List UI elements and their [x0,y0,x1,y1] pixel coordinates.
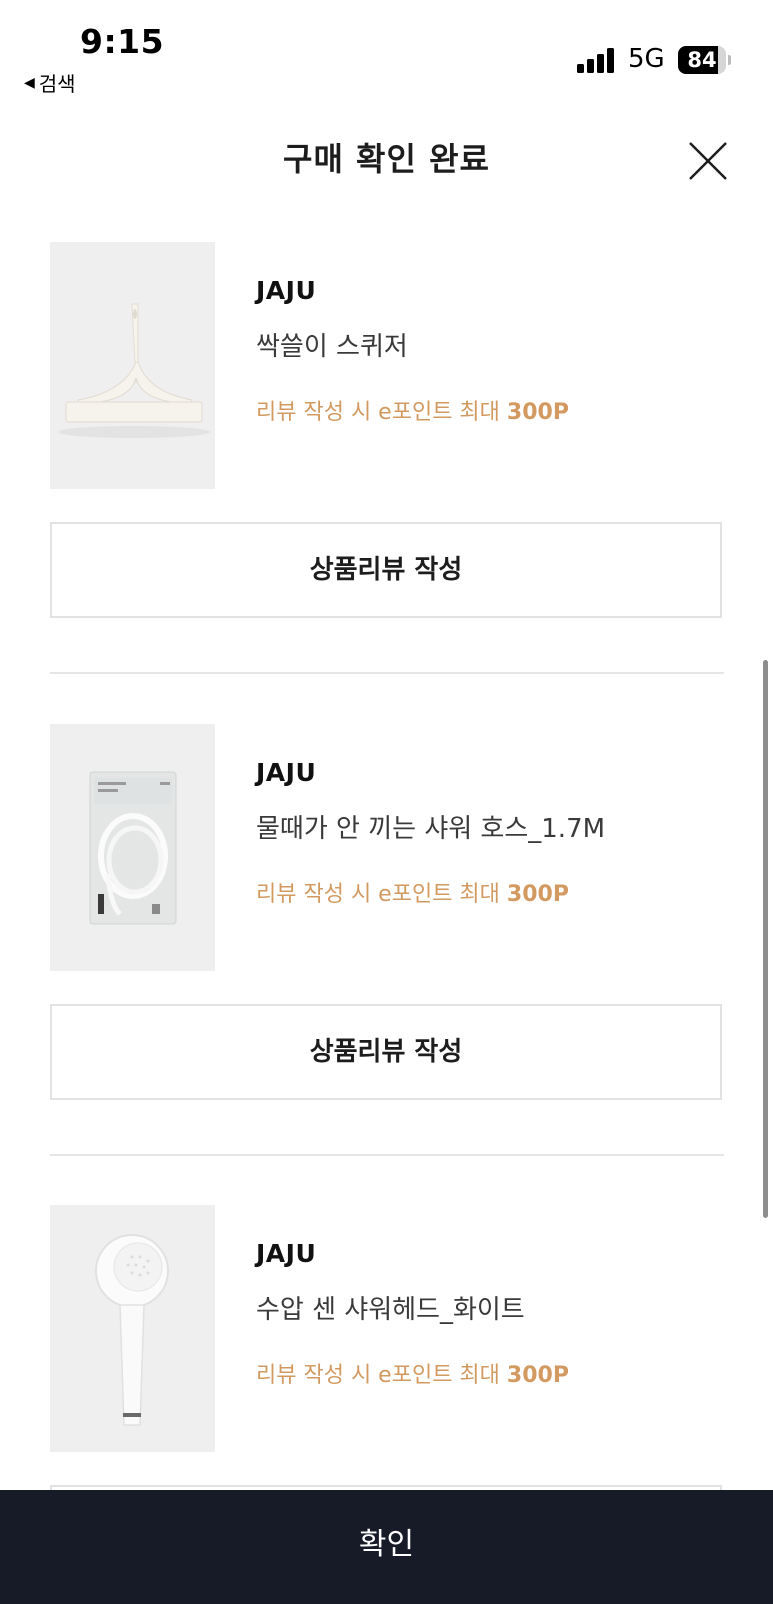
cellular-signal-icon [577,47,614,73]
network-type: 5G [628,44,665,74]
review-reward-text: 리뷰 작성 시 e포인트 최대 300P [256,1357,569,1389]
divider [50,672,724,674]
product-item: JAJU 수압 센 샤워헤드_화이트 리뷰 작성 시 e포인트 최대 300P [50,1205,724,1581]
shower-hose-image [50,724,215,971]
reward-points: 300P [506,400,569,425]
reward-points: 300P [506,1363,569,1388]
product-item: JAJU 싹쓸이 스퀴저 리뷰 작성 시 e포인트 최대 300P 상품리뷰 작… [50,242,724,622]
reward-points: 300P [506,882,569,907]
back-label: 검색 [38,72,76,96]
back-triangle-icon: ◀ [24,74,35,91]
reward-prefix: 리뷰 작성 시 e포인트 최대 [256,400,507,425]
product-image-squeegee[interactable] [50,242,215,489]
close-icon [689,142,727,180]
review-reward-text: 리뷰 작성 시 e포인트 최대 300P [256,394,569,426]
confirm-button[interactable]: 확인 [0,1490,773,1604]
product-item: JAJU 물때가 안 끼는 샤워 호스_1.7M 리뷰 작성 시 e포인트 최대… [50,724,724,1104]
product-brand: JAJU [256,758,317,787]
shower-head-image [50,1205,215,1452]
battery-icon: 84 [678,46,726,74]
divider [50,1154,724,1156]
page-title: 구매 확인 완료 [283,140,490,178]
reward-prefix: 리뷰 작성 시 e포인트 최대 [256,1363,507,1388]
scrollbar[interactable] [763,660,768,1218]
product-image-shower-hose[interactable] [50,724,215,971]
write-review-button[interactable]: 상품리뷰 작성 [50,522,722,618]
reward-prefix: 리뷰 작성 시 e포인트 최대 [256,882,507,907]
status-time: 9:15 [80,22,165,61]
product-brand: JAJU [256,276,317,305]
product-image-shower-head[interactable] [50,1205,215,1452]
product-brand: JAJU [256,1239,317,1268]
product-name[interactable]: 물때가 안 끼는 샤워 호스_1.7M [256,808,605,845]
product-name[interactable]: 수압 센 샤워헤드_화이트 [256,1289,525,1326]
battery-cap [728,55,731,65]
write-review-button[interactable]: 상품리뷰 작성 [50,1004,722,1100]
squeegee-image [50,242,215,489]
close-button[interactable] [688,141,728,181]
status-bar: 9:15 ◀ 검색 5G 84 [0,0,773,100]
product-name[interactable]: 싹쓸이 스퀴저 [256,326,408,363]
review-reward-text: 리뷰 작성 시 e포인트 최대 300P [256,876,569,908]
back-to-search-link[interactable]: ◀ 검색 [24,68,76,97]
battery-level: 84 [687,48,717,72]
